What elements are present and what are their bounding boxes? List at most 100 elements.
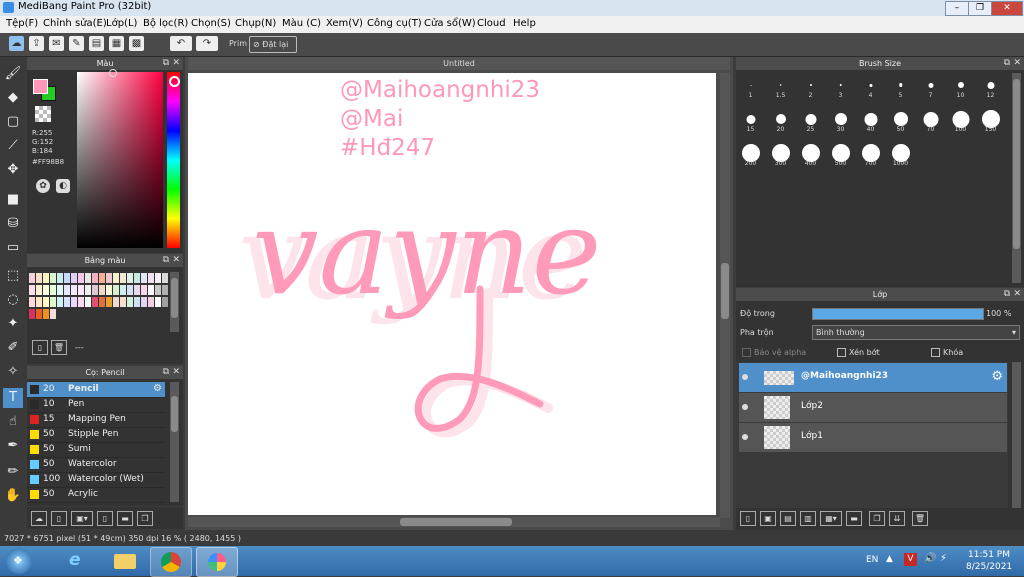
brush-size-scrollbar[interactable] (1012, 73, 1021, 283)
new-halftone-layer-icon[interactable]: ▣ (760, 511, 776, 526)
language-indicator[interactable]: EN (866, 555, 878, 565)
reset-button[interactable]: ⊘ Đặt lại (249, 36, 297, 53)
clipping-checkbox[interactable] (837, 348, 846, 357)
palette-swatch[interactable] (134, 273, 140, 283)
color-adjust-icon[interactable]: ◐ (56, 179, 70, 193)
palette-swatch[interactable] (36, 309, 42, 319)
line-tool-icon[interactable]: ⟋ (3, 136, 23, 156)
palette-swatch[interactable] (141, 285, 147, 295)
palette-swatch[interactable] (134, 297, 140, 307)
palette-swatch[interactable] (50, 297, 56, 307)
new-palette-icon[interactable]: ▯ (32, 340, 48, 355)
palette-swatch[interactable] (113, 273, 119, 283)
brush-tool-icon[interactable]: 🖌 (3, 64, 23, 84)
palette-swatch[interactable] (141, 273, 147, 283)
brush-size-option[interactable]: 400 (797, 139, 824, 167)
clock-date[interactable]: 8/25/2021 (966, 562, 1012, 572)
brush-size-option[interactable]: 200 (737, 139, 764, 167)
menu-capture[interactable]: Chụp(N) (235, 18, 276, 29)
magic-wand-tool-icon[interactable]: ✦ (3, 314, 23, 334)
layer-scrollbar[interactable] (1012, 362, 1021, 512)
new-1bit-layer-icon[interactable]: ▥ (800, 511, 816, 526)
palette-swatch[interactable] (78, 285, 84, 295)
expand-icon[interactable]: ⧉ (1004, 57, 1010, 70)
drawing-canvas[interactable]: @Maihoangnhi23 @Mai #Hđ247 vayne vayne (188, 73, 716, 515)
expand-icon[interactable]: ⧉ (163, 254, 169, 267)
palette-swatch[interactable] (64, 273, 70, 283)
palette-swatch[interactable] (127, 285, 133, 295)
brush-size-option[interactable]: 700 (857, 139, 884, 167)
palette-swatch[interactable] (148, 297, 154, 307)
palette-swatch[interactable] (127, 297, 133, 307)
menu-filter[interactable]: Bộ lọc(R) (143, 18, 188, 29)
palette-swatch[interactable] (113, 297, 119, 307)
menu-window[interactable]: Cửa sổ(W) (424, 18, 476, 29)
brush-size-option[interactable]: 25 (797, 105, 824, 133)
canvas-tab[interactable]: Untitled (188, 57, 730, 70)
taskbar-medibang[interactable] (196, 547, 238, 577)
palette-swatch[interactable] (155, 273, 161, 283)
text-tool-icon[interactable]: T (3, 388, 23, 408)
brush-size-option[interactable]: 5 (887, 71, 914, 99)
expand-icon[interactable]: ⧉ (163, 366, 169, 379)
palette-swatch[interactable] (99, 273, 105, 283)
duplicate-layer-icon[interactable]: ❐ (869, 511, 885, 526)
palette-swatch[interactable] (85, 285, 91, 295)
expand-icon[interactable]: ⧉ (1004, 288, 1010, 301)
menu-edit[interactable]: Chỉnh sửa(E) (43, 18, 107, 29)
tray-arrow-icon[interactable]: ▲ (886, 554, 893, 564)
delete-palette-icon[interactable]: 🗑 (51, 340, 67, 355)
close-icon[interactable]: ✕ (172, 366, 180, 379)
palette-swatch[interactable] (43, 273, 49, 283)
brush-size-option[interactable]: 30 (827, 105, 854, 133)
palette-swatch[interactable] (29, 273, 35, 283)
expand-icon[interactable]: ⧉ (163, 57, 169, 70)
eye-icon[interactable] (742, 374, 748, 380)
minimize-button[interactable]: – (945, 1, 969, 16)
canvas-horizontal-scrollbar[interactable] (188, 517, 720, 527)
taskbar-chrome[interactable] (150, 547, 192, 577)
redo-button[interactable]: ↷ (196, 36, 218, 51)
palette-swatch[interactable] (64, 285, 70, 295)
volume-icon[interactable]: 🔊 (924, 553, 936, 564)
tiles-icon[interactable]: ▩ (129, 36, 144, 51)
gear-icon[interactable]: ⚙ (153, 383, 162, 394)
menu-tools[interactable]: Công cụ(T) (367, 18, 422, 29)
brush-item-acrylic[interactable]: 50 Acrylic (27, 487, 165, 503)
start-button[interactable]: ❖ (6, 548, 32, 574)
brush-size-option[interactable]: 20 (767, 105, 794, 133)
operation-tool-icon[interactable]: ☝ (3, 412, 23, 432)
layer-folder-icon[interactable]: ▬ (846, 511, 862, 526)
select-rect-tool-icon[interactable]: ⬚ (3, 266, 23, 286)
brush-item-pen[interactable]: 10 Pen (27, 397, 165, 413)
brush-size-option[interactable]: 15 (737, 105, 764, 133)
menu-help[interactable]: Help (513, 18, 536, 29)
picker-cursor[interactable] (109, 69, 117, 77)
brush-size-option[interactable]: 100 (947, 105, 974, 133)
palette-swatch[interactable] (85, 297, 91, 307)
share-icon[interactable]: ⇪ (29, 36, 44, 51)
palette-swatch[interactable] (57, 297, 63, 307)
brush-item-mapping-pen[interactable]: 15 Mapping Pen (27, 412, 165, 428)
palette-swatch[interactable] (106, 297, 112, 307)
brush-size-option[interactable]: 1 (737, 71, 764, 99)
palette-swatch[interactable] (92, 273, 98, 283)
close-icon[interactable]: ✕ (1013, 57, 1021, 70)
brush-scroll-thumb[interactable] (171, 396, 178, 432)
menu-view[interactable]: Xem(V) (326, 18, 363, 29)
palette-swatch[interactable] (162, 273, 168, 283)
add-layer-menu-icon[interactable]: ▦▾ (820, 511, 842, 526)
menu-layer[interactable]: Lớp(L) (106, 18, 137, 29)
menu-select[interactable]: Chọn(S) (191, 18, 231, 29)
rectangle-tool-icon[interactable]: ▢ (3, 112, 23, 132)
new-brush-icon[interactable]: ▯ (51, 511, 67, 526)
close-icon[interactable]: ✕ (172, 254, 180, 267)
palette-swatch[interactable] (50, 285, 56, 295)
palette-swatch[interactable] (92, 297, 98, 307)
palette-swatch[interactable] (120, 285, 126, 295)
duplicate-brush-icon[interactable]: ❐ (137, 511, 153, 526)
palette-swatch[interactable] (78, 273, 84, 283)
taskbar-ie[interactable]: e (58, 547, 98, 575)
palette-swatch[interactable] (36, 273, 42, 283)
palette-swatch[interactable] (141, 297, 147, 307)
